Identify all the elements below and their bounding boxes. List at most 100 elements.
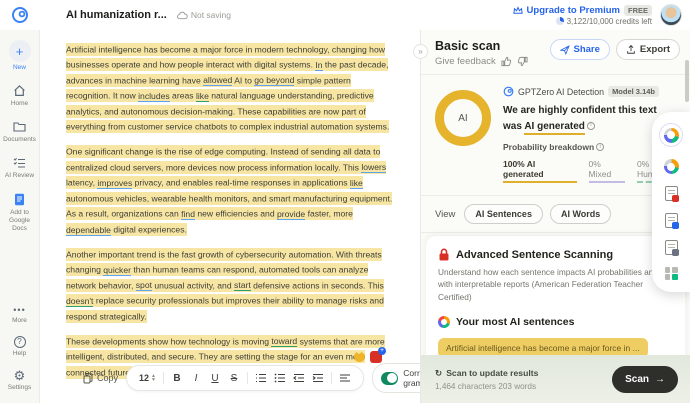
more-dots-icon: ••• (13, 304, 26, 315)
sidebar-item-add-to-google-docs[interactable]: Add to Google Docs (2, 192, 38, 233)
formatting-toolbar: 12 ▲ ▼ B I U S (126, 365, 364, 391)
model-badge: Model 3.14b (608, 86, 659, 97)
grammar-suggestion[interactable]: go beyond (254, 75, 295, 87)
grammar-suggestion[interactable]: dependable (66, 224, 111, 236)
sidebar-item-home[interactable]: Home (11, 83, 28, 108)
document-save-icon[interactable] (664, 213, 679, 229)
scan-update-label: Scan to update results (446, 368, 539, 378)
upgrade-premium-button[interactable]: Upgrade to Premium FREE (512, 4, 652, 16)
gptzero-logo-icon[interactable] (0, 6, 40, 24)
grammar-suggestion[interactable]: allowed (203, 75, 233, 87)
cloud-icon (176, 11, 188, 19)
sidebar-item-new[interactable]: + New (8, 40, 31, 72)
document-stats: 1,464 characters 203 words (435, 381, 537, 391)
grammar-suggestion[interactable]: lowers (361, 162, 387, 174)
grammar-suggestion[interactable]: find (181, 208, 195, 220)
info-icon[interactable]: i (586, 121, 595, 130)
sidebar-item-more[interactable]: ••• More (12, 305, 27, 325)
gptzero-color-logo-icon[interactable] (663, 159, 679, 174)
thumbs-up-icon[interactable] (501, 56, 512, 67)
grammar-suggestion[interactable]: quicker (103, 264, 131, 276)
align-icon[interactable] (339, 373, 351, 383)
credits-progress-icon (555, 17, 564, 25)
avatar[interactable] (660, 4, 682, 26)
export-icon (627, 44, 635, 54)
sidebar-item-documents[interactable]: Documents (3, 119, 36, 144)
panel-collapse-button[interactable]: » (413, 44, 428, 59)
grammar-suggestion[interactable]: provide (277, 208, 306, 220)
font-size-stepper[interactable]: 12 ▲ ▼ (139, 373, 156, 383)
plus-icon: + (8, 40, 31, 62)
copy-icon (83, 372, 93, 383)
grammar-suggestion[interactable]: improves (97, 177, 133, 189)
probability-ai: 100% AI generated (503, 159, 577, 183)
indent-icon[interactable] (312, 373, 324, 383)
sidebar-item-help[interactable]: ? Help (13, 335, 26, 358)
save-status: Not saving (176, 10, 231, 20)
strikethrough-button[interactable]: S (228, 373, 240, 384)
grammar-suggestion[interactable]: doesn't (66, 295, 94, 307)
grammar-suggestion[interactable]: In (315, 59, 323, 71)
crown-icon (512, 5, 523, 14)
lock-icon (439, 248, 449, 261)
help-icon: ? (13, 335, 26, 348)
bold-button[interactable]: B (171, 373, 183, 384)
editor-paragraph[interactable]: Another important trend is the fast grow… (66, 247, 394, 325)
stepper-arrows-icon: ▲ ▼ (151, 373, 156, 383)
view-selector: View AI Sentences AI Words (421, 196, 690, 233)
tab-ai-sentences[interactable]: AI Sentences (464, 204, 543, 224)
paper-plane-icon (559, 44, 570, 55)
editor-text[interactable]: Artificial intelligence has become a maj… (41, 30, 420, 381)
thumbs-down-icon[interactable] (517, 56, 528, 67)
grammar-suggestion[interactable]: like (349, 177, 363, 189)
view-label: View (435, 208, 456, 220)
copy-button[interactable]: Copy (83, 372, 118, 384)
scrollbar-thumb[interactable] (685, 60, 689, 102)
grammar-suggestion[interactable]: start (234, 280, 251, 292)
refresh-icon: ↻ (435, 367, 443, 378)
scan-footer: ↻ Scan to update results 1,464 character… (421, 355, 690, 403)
editor-paragraph[interactable]: One significant change is the rise of ed… (66, 145, 394, 239)
grammar-suggestion[interactable]: includes (138, 90, 170, 102)
detector-name: GPTZero AI Detection (518, 86, 605, 97)
document-scan-icon[interactable] (664, 186, 679, 202)
top-bar: AI humanization r... Not saving Upgrade … (0, 0, 690, 30)
home-icon (12, 83, 27, 98)
editor-paragraph[interactable]: Artificial intelligence has become a maj… (66, 42, 394, 136)
tab-ai-words[interactable]: AI Words (549, 204, 612, 224)
italic-button[interactable]: I (190, 373, 202, 384)
export-button[interactable]: Export (615, 39, 680, 60)
info-icon[interactable]: i (596, 143, 605, 151)
grammar-suggestion[interactable]: spot (135, 280, 152, 292)
outdent-icon[interactable] (293, 373, 305, 383)
editor-toolbar: Copy 12 ▲ ▼ B I U S Correct (41, 363, 464, 393)
toggle-switch-icon[interactable] (380, 371, 399, 385)
bullet-list-icon[interactable] (274, 373, 286, 383)
stats-grid-icon[interactable] (664, 267, 678, 280)
scan-result-donut-icon[interactable] (659, 123, 683, 147)
sidebar-item-ai-review[interactable]: AI Review (5, 155, 34, 180)
grammar-suggestion[interactable]: toward (271, 336, 298, 348)
credits-counter: 3,122/10,000 credits left (555, 17, 652, 26)
extension-badge-icon[interactable] (370, 347, 386, 363)
gear-icon: ⚙ (13, 367, 26, 383)
give-feedback-label: Give feedback (435, 56, 496, 67)
probability-mixed: 0% Mixed (588, 159, 625, 183)
scan-button[interactable]: Scan → (612, 365, 678, 393)
document-title[interactable]: AI humanization r... (66, 9, 167, 21)
google-docs-icon (12, 192, 27, 207)
document-write-icon[interactable] (664, 240, 679, 256)
ordered-list-icon[interactable] (255, 373, 267, 383)
gptzero-detector-icon (503, 86, 514, 97)
grammar-suggestion[interactable]: like (195, 90, 209, 102)
folder-icon (12, 119, 27, 134)
document-editor: Artificial intelligence has become a maj… (41, 30, 464, 403)
advanced-title: Advanced Sentence Scanning (456, 248, 614, 261)
scan-panel: » Basic scan Give feedback Share Export … (413, 30, 690, 403)
share-button[interactable]: Share (549, 39, 610, 60)
sidebar-item-settings[interactable]: ⚙ Settings (8, 369, 32, 392)
detection-result: AI GPTZero AI Detection Model 3.14b We a… (421, 75, 690, 196)
hand-reaction-icon[interactable] (354, 352, 365, 362)
underline-button[interactable]: U (209, 373, 221, 384)
sidebar: + New Home Documents AI Review Add to Go… (0, 30, 40, 403)
